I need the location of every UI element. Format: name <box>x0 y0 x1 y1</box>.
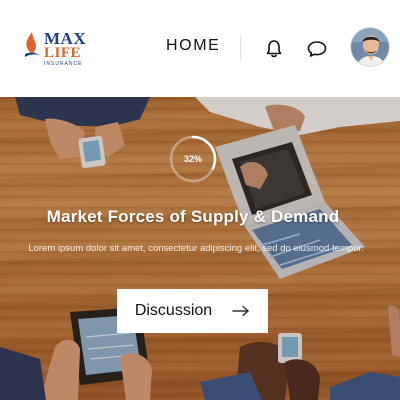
max-life-logo[interactable]: MAX LIFE INSURANCE <box>22 30 88 68</box>
hero-title: Market Forces of Supply & Demand <box>46 207 340 226</box>
logo-text-life: LIFE <box>44 45 82 61</box>
discussion-button-label: Discussion <box>134 302 213 319</box>
chat-bubble-icon <box>307 41 327 57</box>
bell-icon <box>266 40 282 58</box>
arrow-right-icon <box>232 305 249 317</box>
messages-button[interactable] <box>306 38 328 60</box>
nav-home-link[interactable]: HOME <box>166 37 220 55</box>
top-header: MAX LIFE INSURANCE HOME <box>0 0 400 97</box>
logo-text-insurance: INSURANCE <box>44 61 83 67</box>
logo-flame-icon <box>25 32 40 57</box>
notifications-button[interactable] <box>263 38 285 60</box>
hero-banner: 32% Market Forces of Supply & Demand Lor… <box>0 97 400 400</box>
user-avatar[interactable] <box>350 27 390 67</box>
nav-divider <box>240 35 241 61</box>
avatar-photo <box>351 28 389 66</box>
progress-percent-label: 32% <box>183 154 202 164</box>
hero-description: Lorem ipsum dolor sit amet, consectetur … <box>28 243 364 254</box>
discussion-button[interactable]: Discussion <box>117 289 268 333</box>
